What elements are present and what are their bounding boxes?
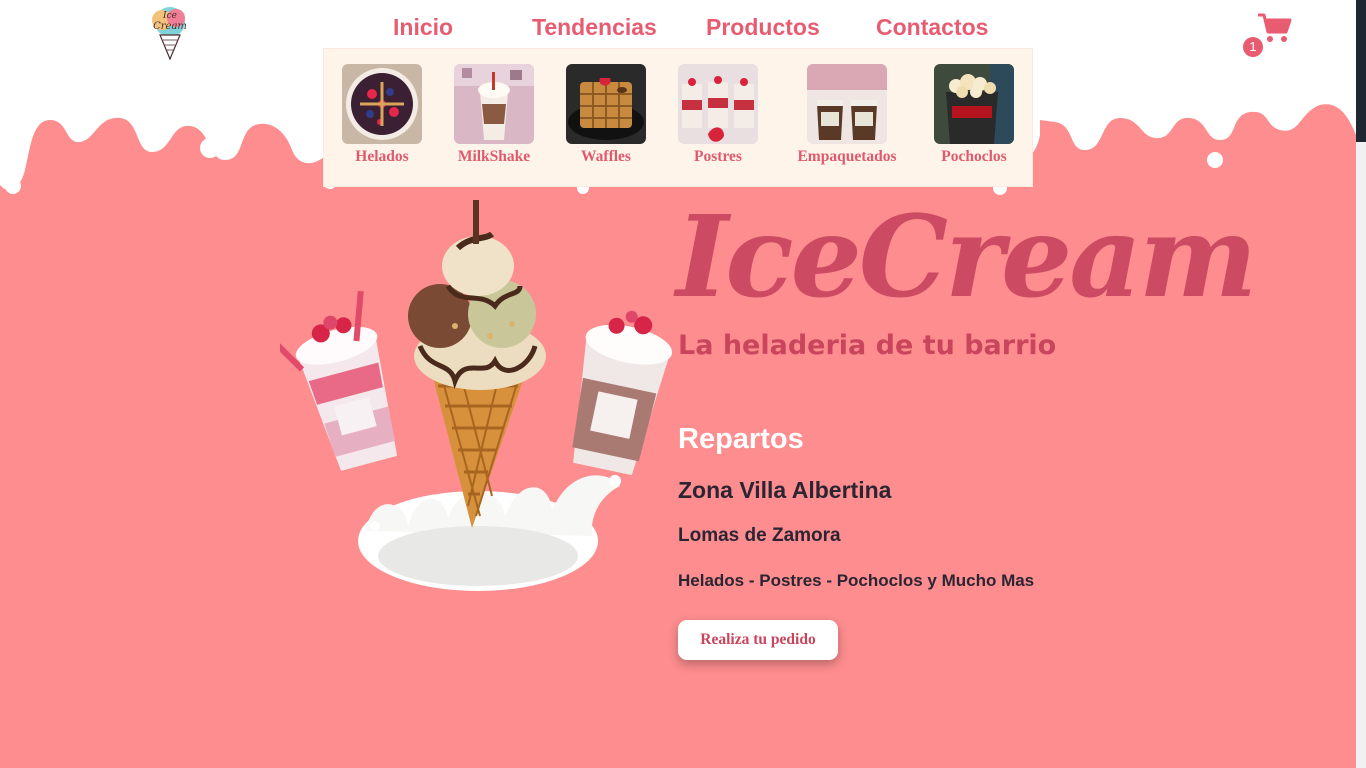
dropdown-item-empaquetados[interactable]: Empaquetados: [792, 64, 902, 166]
nav-inicio[interactable]: Inicio: [393, 14, 453, 41]
dropdown-item-milkshake[interactable]: MilkShake: [454, 64, 534, 166]
postres-thumbnail: [678, 64, 758, 144]
brand-tagline: La heladeria de tu barrio: [678, 330, 1057, 361]
dropdown-item-pochoclos[interactable]: Pochoclos: [934, 64, 1014, 166]
svg-text:Ice: Ice: [162, 11, 177, 21]
dropdown-item-postres[interactable]: Postres: [678, 64, 758, 166]
dropdown-label: MilkShake: [457, 148, 531, 165]
cart-icon[interactable]: [1256, 12, 1292, 44]
pochoclos-thumbnail: [934, 64, 1014, 144]
icecream-logo[interactable]: Ice Cream: [146, 4, 194, 61]
dropdown-label: Postres: [694, 148, 742, 165]
waffles-thumbnail: [566, 64, 646, 144]
order-button[interactable]: Realiza tu pedido: [678, 620, 838, 660]
helados-thumbnail: [342, 64, 422, 144]
cart-count-badge: 1: [1243, 37, 1263, 57]
svg-text:Cream: Cream: [153, 21, 187, 32]
dropdown-label: Helados: [355, 148, 409, 165]
milkshake-thumbnail: [454, 64, 534, 144]
products-summary: Helados - Postres - Pochoclos y Mucho Ma…: [678, 571, 1035, 590]
dropdown-label: Empaquetados: [797, 148, 897, 165]
dropdown-item-helados[interactable]: Helados: [342, 64, 422, 166]
hero-icecream-image: [280, 200, 673, 591]
nav-productos[interactable]: Productos: [706, 14, 820, 41]
empaquetados-thumbnail: [807, 64, 887, 144]
products-dropdown: Helados MilkShake Waffles Postres Empaqu…: [323, 48, 1033, 187]
brand-title: IceCream: [676, 192, 1257, 323]
delivery-locality: Lomas de Zamora: [678, 525, 841, 546]
dropdown-label: Pochoclos: [941, 148, 1007, 165]
scrollbar-thumb[interactable]: [1356, 0, 1366, 142]
nav-tendencias[interactable]: Tendencias: [532, 14, 657, 41]
dropdown-item-waffles[interactable]: Waffles: [566, 64, 646, 166]
delivery-zone: Zona Villa Albertina: [678, 477, 892, 503]
dropdown-label: Waffles: [581, 148, 631, 165]
nav-contactos[interactable]: Contactos: [876, 14, 988, 41]
section-title-repartos: Repartos: [678, 423, 804, 455]
